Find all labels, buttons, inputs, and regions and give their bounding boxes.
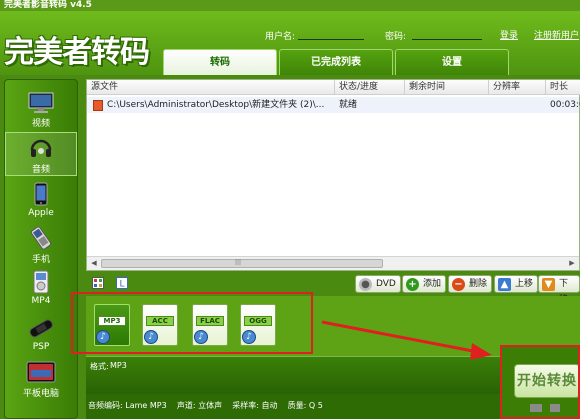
row-source: C:\Users\Administrator\Desktop\新建文件夹 (2)… <box>107 100 325 110</box>
tab-settings[interactable]: 设置 <box>395 49 509 75</box>
music-note-icon: ♪ <box>242 330 256 344</box>
sidebar-item-label: 视频 <box>31 119 50 129</box>
move-up-button[interactable]: ▲ 上移 <box>494 275 539 293</box>
svg-text:L: L <box>120 280 125 290</box>
format-label: ACC <box>146 316 174 326</box>
dvd-button[interactable]: ● DVD <box>355 275 401 293</box>
sidebar-item-label: PSP <box>32 342 50 352</box>
format-info-label: 格式: <box>90 362 109 371</box>
audio-file-icon <box>93 100 103 111</box>
sidebar-item-label: 手机 <box>31 255 50 265</box>
sidebar-item-video[interactable]: 视频 <box>5 92 77 129</box>
password-label: 密码: <box>385 32 407 42</box>
output-info-panel: 格式: MP3 音频编码: Lame MP3 声道: 立体声 采样率: 自动 质… <box>86 356 502 419</box>
sidebar-item-tablet[interactable]: 平板电脑 <box>5 360 77 399</box>
plus-icon: + <box>406 278 419 291</box>
delete-label: 删除 <box>469 279 488 289</box>
column-header-resolution[interactable]: 分辨率 <box>489 80 546 95</box>
window-title: 完美者影音转码 v4.5 <box>0 0 580 11</box>
format-ogg[interactable]: OGG ♪ <box>238 304 278 348</box>
format-label: FLAC <box>196 316 224 326</box>
music-note-icon: ♪ <box>194 330 208 344</box>
audio-details: 音频编码: Lame MP3 声道: 立体声 采样率: 自动 质量: Q 5 <box>88 401 323 410</box>
tab-completed-list[interactable]: 已完成列表 <box>279 49 393 75</box>
username-field[interactable] <box>298 39 364 40</box>
headphones-icon <box>30 139 52 157</box>
list-toolbar: L ● DVD + 添加 − 删除 ▲ 上移 ▼ 下移 <box>86 274 580 305</box>
sidebar-item-psp[interactable]: PSP <box>5 316 77 352</box>
column-header-remaining[interactable]: 剩余时间 <box>405 80 489 95</box>
password-field[interactable] <box>412 39 482 40</box>
mp4-player-icon <box>33 270 49 294</box>
add-label: 添加 <box>423 279 442 289</box>
music-note-icon: ♪ <box>96 330 110 344</box>
scroll-left-icon[interactable]: ◀ <box>87 257 101 270</box>
sidebar-item-audio[interactable]: 音频 <box>5 132 77 176</box>
music-note-icon: ♪ <box>144 330 158 344</box>
iphone-icon <box>34 182 48 206</box>
sidebar-item-label: 平板电脑 <box>22 389 59 399</box>
obscured-content <box>530 404 542 412</box>
arrow-up-icon: ▲ <box>498 278 511 291</box>
mobile-phone-icon <box>30 226 52 250</box>
psp-icon <box>29 319 53 338</box>
column-header-source[interactable]: 源文件 <box>87 80 335 95</box>
arrow-down-icon: ▼ <box>542 278 555 291</box>
column-header-duration[interactable]: 时长 <box>546 80 580 95</box>
minus-icon: − <box>452 278 465 291</box>
grid-view-icon[interactable] <box>92 277 104 289</box>
sidebar-item-apple[interactable]: Apple <box>5 182 77 218</box>
format-acc[interactable]: ACC ♪ <box>140 304 180 348</box>
sidebar-item-label: 音频 <box>31 165 50 175</box>
format-mp3[interactable]: MP3 ♪ <box>92 304 132 348</box>
start-convert-button[interactable]: 开始转换 <box>514 364 580 398</box>
scrollbar-thumb[interactable] <box>101 259 383 268</box>
tablet-icon <box>26 361 56 383</box>
obscured-content <box>550 404 560 412</box>
add-button[interactable]: + 添加 <box>402 275 447 293</box>
format-label: MP3 <box>98 316 126 326</box>
file-list: 源文件 状态/进度 剩余时间 分辨率 时长 C:\Users\Administr… <box>86 79 580 271</box>
row-remaining <box>409 98 485 112</box>
register-link[interactable]: 注册新用户 <box>534 28 579 41</box>
format-info-bar <box>86 356 502 394</box>
sidebar-item-label: Apple <box>28 208 54 218</box>
move-down-button[interactable]: ▼ 下移 <box>538 275 580 305</box>
row-resolution <box>493 98 543 112</box>
login-link[interactable]: 登录 <box>500 28 518 41</box>
main-tabs: 转码 已完成列表 设置 <box>163 49 509 75</box>
tab-transcode[interactable]: 转码 <box>163 49 277 75</box>
column-header-status[interactable]: 状态/进度 <box>335 80 405 95</box>
format-flac[interactable]: FLAC ♪ <box>190 304 230 348</box>
format-label: OGG <box>244 316 272 326</box>
move-up-label: 上移 <box>515 279 534 289</box>
device-sidebar: 视频 音频 Apple 手机 MP4 PSP 平板电脑 <box>4 79 78 419</box>
header: 完美者转码 用户名: 密码: 登录 注册新用户 转码 已完成列表 设置 <box>0 11 580 75</box>
list-view-icon[interactable]: L <box>116 277 128 289</box>
scroll-right-icon[interactable]: ▶ <box>565 257 579 270</box>
monitor-icon <box>28 92 54 113</box>
app-logo: 完美者转码 <box>4 35 150 70</box>
row-duration: 00:03:0 <box>550 100 580 110</box>
sidebar-item-mp4[interactable]: MP4 <box>5 270 77 306</box>
format-info-value: MP3 <box>110 361 127 370</box>
row-status: 就绪 <box>339 100 358 110</box>
sidebar-item-mobile[interactable]: 手机 <box>5 226 77 265</box>
username-label: 用户名: <box>265 32 296 42</box>
horizontal-scrollbar[interactable]: ◀ ||| ▶ <box>87 256 579 270</box>
sidebar-item-label: MP4 <box>31 296 51 306</box>
delete-button[interactable]: − 删除 <box>448 275 493 293</box>
dvd-label: DVD <box>376 279 396 289</box>
disc-icon: ● <box>359 278 372 291</box>
scrollbar-grip-icon: ||| <box>235 259 242 266</box>
